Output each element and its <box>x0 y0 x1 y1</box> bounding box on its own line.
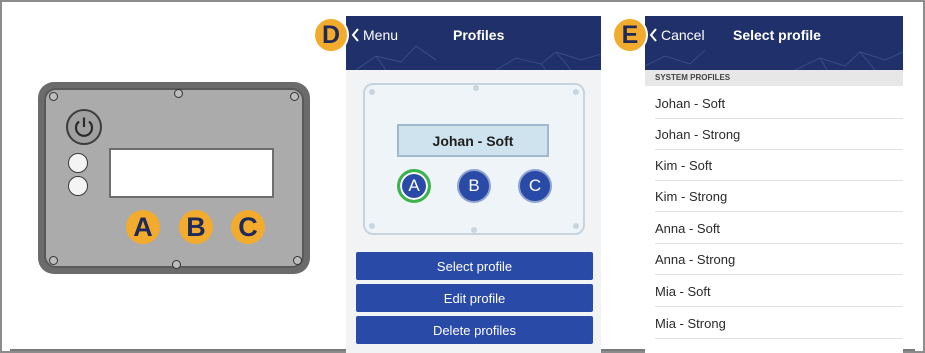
profile-list-item[interactable]: Johan - Soft <box>655 88 903 119</box>
screw <box>49 256 58 265</box>
chevron-left-icon <box>351 28 359 42</box>
profile-list-item[interactable]: Anna - Soft <box>655 213 903 244</box>
card-screw <box>573 223 579 229</box>
profile-button-a[interactable]: A <box>397 169 431 203</box>
profile-list-item[interactable]: Kim - Strong <box>655 181 903 212</box>
screw <box>290 92 299 101</box>
status-led <box>68 153 88 173</box>
callout-d: D <box>313 17 349 53</box>
callout-e: E <box>612 17 648 53</box>
device-display <box>109 148 274 198</box>
section-header: SYSTEM PROFILES <box>645 70 903 86</box>
card-screw <box>471 227 477 233</box>
card-screw <box>573 89 579 95</box>
profiles-screen: Menu Profiles Johan - Soft A B C Select … <box>346 16 601 353</box>
profile-list-item[interactable]: Kim - Soft <box>655 150 903 181</box>
select-profile-button[interactable]: Select profile <box>356 252 593 280</box>
device-button-a[interactable]: A <box>126 210 160 244</box>
screw <box>293 256 302 265</box>
device-preview-card <box>363 83 585 235</box>
chevron-left-icon <box>649 28 657 42</box>
device-button-c[interactable]: C <box>231 210 265 244</box>
select-profile-screen: Cancel Select profile SYSTEM PROFILES Jo… <box>645 16 903 353</box>
status-led <box>68 176 88 196</box>
profile-list-item[interactable]: Mia - Soft <box>655 276 903 307</box>
device-face: A B C <box>44 88 304 269</box>
cancel-button[interactable]: Cancel <box>649 27 705 43</box>
back-label: Menu <box>363 27 399 43</box>
screw <box>174 89 183 98</box>
card-screw <box>369 223 375 229</box>
power-icon <box>74 117 94 137</box>
profile-button-c[interactable]: C <box>518 169 552 203</box>
device-button-b[interactable]: B <box>179 210 213 244</box>
profile-list-item[interactable]: Anna - Strong <box>655 244 903 275</box>
current-profile-display: Johan - Soft <box>397 124 549 157</box>
profiles-header: Menu Profiles <box>346 16 601 70</box>
edit-profile-button[interactable]: Edit profile <box>356 284 593 312</box>
screw <box>49 92 58 101</box>
cancel-label: Cancel <box>661 27 705 43</box>
back-button[interactable]: Menu <box>351 27 398 43</box>
profile-list-item[interactable]: Johan - Strong <box>655 119 903 150</box>
card-screw <box>369 89 375 95</box>
screw <box>172 260 181 269</box>
select-profile-header: Cancel Select profile <box>645 16 903 70</box>
power-button[interactable] <box>66 109 102 145</box>
control-panel-device: A B C <box>38 82 310 274</box>
page-title: Select profile <box>733 27 821 43</box>
header-pattern <box>355 45 601 70</box>
profile-button-b[interactable]: B <box>457 169 491 203</box>
page-title: Profiles <box>453 27 505 43</box>
card-screw <box>473 85 479 91</box>
profile-list-item[interactable]: Mia - Strong <box>655 308 903 339</box>
header-pattern <box>645 49 903 70</box>
delete-profiles-button[interactable]: Delete profiles <box>356 316 593 344</box>
